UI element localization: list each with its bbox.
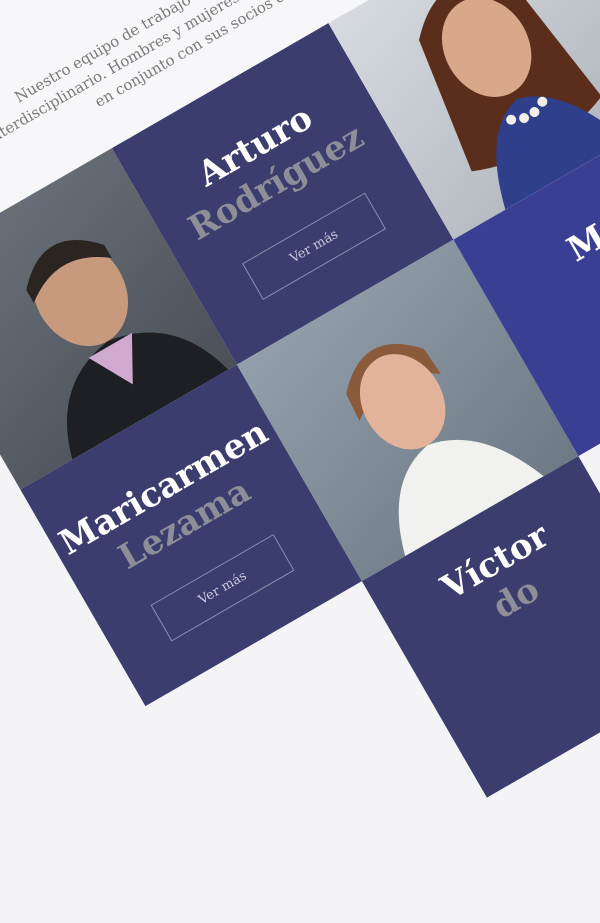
- team-section: Equipo Nuestro equipo de trabajo está co…: [0, 0, 600, 798]
